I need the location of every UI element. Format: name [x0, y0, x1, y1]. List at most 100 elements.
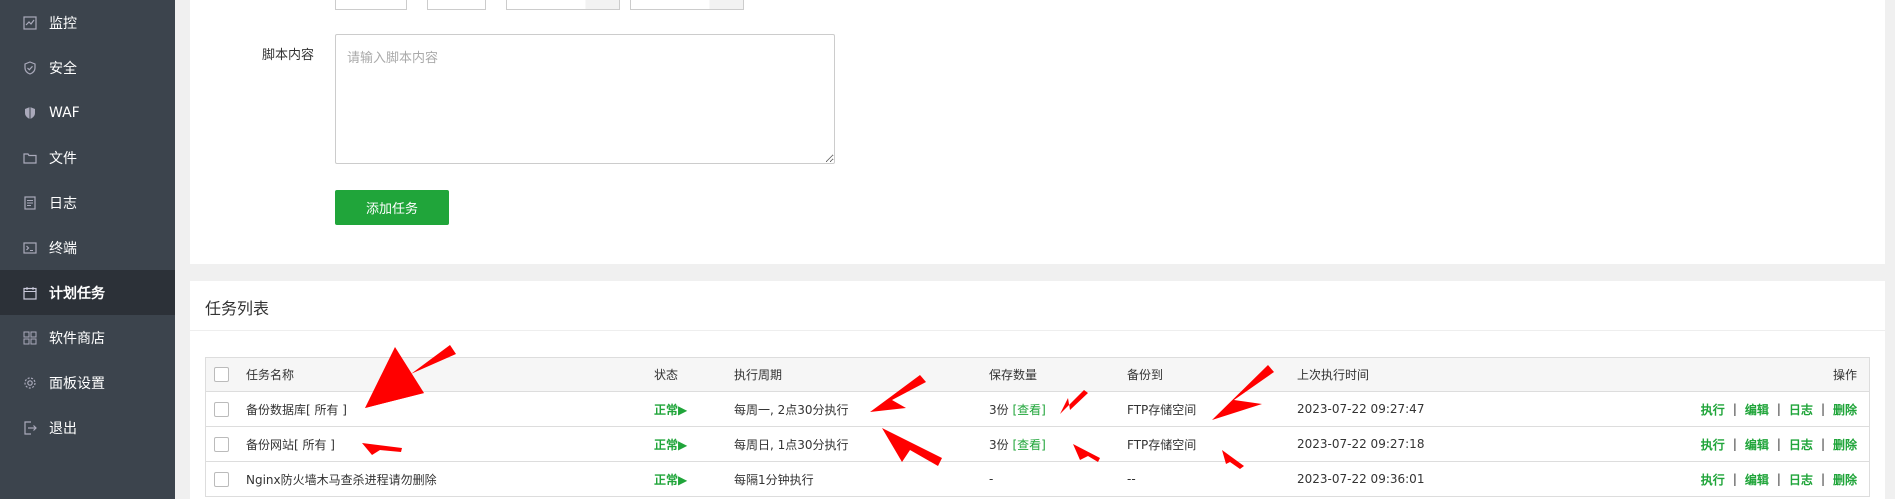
retain-count: 3份 — [989, 437, 1009, 452]
run-task-link[interactable]: 执行 — [1701, 401, 1725, 418]
header-name: 任务名称 — [246, 368, 295, 382]
task-name: Nginx防火墙木马查杀进程请勿删除 — [246, 472, 437, 487]
folder-icon — [23, 151, 37, 165]
cron-input-field[interactable] — [630, 0, 744, 10]
sidebar-item-security[interactable]: 安全 — [0, 45, 175, 90]
header-last-run: 上次执行时间 — [1297, 368, 1370, 382]
header-ops: 操作 — [1832, 368, 1857, 382]
task-cycle: 每隔1分钟执行 — [734, 472, 814, 487]
table-row: 备份数据库[ 所有 ] 正常▶ 每周一, 2点30分执行 3份 [查看] FTP… — [206, 392, 1869, 427]
view-backups-link[interactable]: [查看] — [1012, 401, 1045, 418]
calendar-icon — [23, 286, 37, 300]
log-icon — [23, 195, 37, 210]
sidebar-item-label: 软件商店 — [49, 330, 105, 347]
grid-icon — [23, 331, 37, 345]
header-backup-to: 备份到 — [1127, 368, 1164, 382]
row-actions: 执行 | 编辑 | 日志 | 删除 — [1701, 462, 1857, 496]
separator: | — [1732, 472, 1737, 486]
sidebar-item-waf[interactable]: WAF — [0, 90, 175, 135]
script-content-label: 脚本内容 — [262, 48, 315, 63]
cron-input-field[interactable] — [506, 0, 620, 10]
row-checkbox[interactable] — [214, 471, 229, 487]
header-cycle: 执行周期 — [734, 368, 783, 382]
waf-shield-icon — [23, 106, 37, 120]
sidebar-item-label: 监控 — [49, 15, 77, 32]
logout-icon — [23, 420, 37, 435]
sidebar-item-monitor[interactable]: 监控 — [0, 0, 175, 45]
select-all-checkbox[interactable] — [214, 367, 229, 382]
separator: | — [1820, 402, 1825, 416]
last-run-time: 2023-07-22 09:27:18 — [1297, 437, 1425, 451]
backup-destination: FTP存储空间 — [1127, 402, 1197, 417]
run-task-link[interactable]: 执行 — [1701, 471, 1725, 488]
row-actions: 执行 | 编辑 | 日志 | 删除 — [1701, 392, 1857, 426]
edit-task-link[interactable]: 编辑 — [1745, 471, 1769, 488]
log-task-link[interactable]: 日志 — [1789, 471, 1813, 488]
log-task-link[interactable]: 日志 — [1789, 436, 1813, 453]
sidebar-item-label: 计划任务 — [49, 285, 105, 302]
separator: | — [1732, 402, 1737, 416]
task-status[interactable]: 正常▶ — [654, 427, 687, 461]
separator: | — [1776, 472, 1781, 486]
delete-task-link[interactable]: 删除 — [1833, 401, 1857, 418]
header-retain: 保存数量 — [989, 368, 1038, 382]
add-task-button[interactable]: 添加任务 — [335, 190, 449, 225]
table-header: 任务名称 状态 执行周期 保存数量 备份到 上次执行时间 操作 — [206, 358, 1869, 392]
gear-icon — [23, 376, 37, 390]
sidebar-item-logs[interactable]: 日志 — [0, 180, 175, 225]
task-table: 任务名称 状态 执行周期 保存数量 备份到 上次执行时间 操作 备份数据库[ 所… — [205, 357, 1870, 497]
sidebar-item-files[interactable]: 文件 — [0, 135, 175, 180]
script-content-textarea[interactable] — [335, 34, 835, 164]
sidebar-item-label: 文件 — [49, 150, 77, 167]
shield-icon — [23, 60, 37, 75]
monitor-icon — [23, 15, 37, 30]
log-task-link[interactable]: 日志 — [1789, 401, 1813, 418]
cron-input-field[interactable] — [335, 0, 407, 10]
separator: | — [1776, 402, 1781, 416]
sidebar-item-label: 终端 — [49, 240, 77, 257]
backup-destination: FTP存储空间 — [1127, 437, 1197, 452]
terminal-icon — [23, 241, 37, 255]
row-actions: 执行 | 编辑 | 日志 | 删除 — [1701, 427, 1857, 461]
sidebar-item-store[interactable]: 软件商店 — [0, 315, 175, 360]
task-list-title: 任务列表 — [205, 299, 270, 318]
last-run-time: 2023-07-22 09:27:47 — [1297, 402, 1425, 416]
separator: | — [1732, 437, 1737, 451]
task-cycle: 每周日, 1点30分执行 — [734, 437, 849, 452]
retain-count: - — [989, 472, 994, 486]
sidebar-item-terminal[interactable]: 终端 — [0, 225, 175, 270]
header-status: 状态 — [654, 368, 679, 382]
retain-count: 3份 — [989, 402, 1009, 417]
sidebar-item-label: WAF — [49, 104, 80, 121]
sidebar-item-logout[interactable]: 退出 — [0, 405, 175, 450]
separator: | — [1776, 437, 1781, 451]
backup-destination: -- — [1127, 472, 1136, 486]
task-status[interactable]: 正常▶ — [654, 462, 687, 496]
sidebar-item-cron[interactable]: 计划任务 — [0, 270, 175, 315]
divider — [190, 330, 1885, 331]
sidebar-item-label: 安全 — [49, 60, 77, 77]
sidebar-item-label: 面板设置 — [49, 375, 105, 392]
delete-task-link[interactable]: 删除 — [1833, 471, 1857, 488]
last-run-time: 2023-07-22 09:36:01 — [1297, 472, 1425, 486]
task-name: 备份网站[ 所有 ] — [246, 437, 335, 452]
edit-task-link[interactable]: 编辑 — [1745, 436, 1769, 453]
sidebar-item-label: 日志 — [49, 195, 77, 212]
task-cycle: 每周一, 2点30分执行 — [734, 402, 849, 417]
task-name: 备份数据库[ 所有 ] — [246, 402, 347, 417]
row-checkbox[interactable] — [214, 436, 229, 452]
sidebar-item-settings[interactable]: 面板设置 — [0, 360, 175, 405]
edit-task-link[interactable]: 编辑 — [1745, 401, 1769, 418]
table-row: Nginx防火墙木马查杀进程请勿删除 正常▶ 每隔1分钟执行 - -- 2023… — [206, 462, 1869, 497]
task-status[interactable]: 正常▶ — [654, 392, 687, 426]
run-task-link[interactable]: 执行 — [1701, 436, 1725, 453]
row-checkbox[interactable] — [214, 401, 229, 417]
cron-input-field[interactable] — [427, 0, 486, 10]
separator: | — [1820, 472, 1825, 486]
sidebar: 监控 安全 WAF 文件 日志 终端 计划任务 软件商店 面板设置 退出 — [0, 0, 175, 499]
separator: | — [1820, 437, 1825, 451]
delete-task-link[interactable]: 删除 — [1833, 436, 1857, 453]
table-row: 备份网站[ 所有 ] 正常▶ 每周日, 1点30分执行 3份 [查看] FTP存… — [206, 427, 1869, 462]
sidebar-item-label: 退出 — [49, 420, 77, 437]
view-backups-link[interactable]: [查看] — [1012, 436, 1045, 453]
